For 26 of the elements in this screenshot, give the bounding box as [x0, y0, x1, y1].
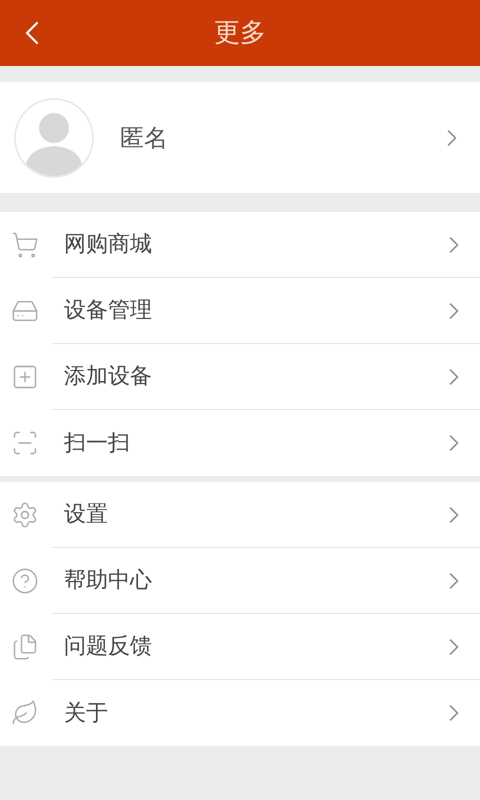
menu-label: 帮助中心 [64, 567, 152, 595]
menu-item[interactable]: 网购商城 [0, 212, 480, 278]
scan-icon [11, 429, 39, 457]
menu-label: 问题反馈 [64, 633, 152, 661]
menu-item[interactable]: 设置 [0, 482, 480, 548]
menu-label: 设备管理 [64, 297, 152, 325]
menu-item[interactable]: 关于 [0, 680, 480, 746]
page-title: 更多 [214, 16, 266, 50]
menu-item[interactable]: 帮助中心 [0, 548, 480, 614]
menu-label: 添加设备 [64, 363, 152, 391]
user-name: 匿名 [120, 122, 168, 154]
plus-square-icon [11, 363, 39, 391]
menu-item[interactable]: 问题反馈 [0, 614, 480, 680]
menu-label: 扫一扫 [64, 430, 130, 458]
menu-label: 网购商城 [64, 231, 152, 259]
menu-item[interactable]: 添加设备 [0, 344, 480, 410]
document-icon [11, 633, 39, 661]
menu-label: 关于 [64, 700, 108, 728]
help-icon [11, 567, 39, 595]
profile-row[interactable]: 匿名 [0, 82, 480, 193]
settings-icon [11, 501, 39, 529]
menu-item[interactable]: 扫一扫 [0, 410, 480, 476]
cart-icon [11, 231, 39, 259]
menu-item[interactable]: 设备管理 [0, 278, 480, 344]
menu-label: 设置 [64, 501, 108, 529]
leaf-icon [11, 699, 39, 727]
